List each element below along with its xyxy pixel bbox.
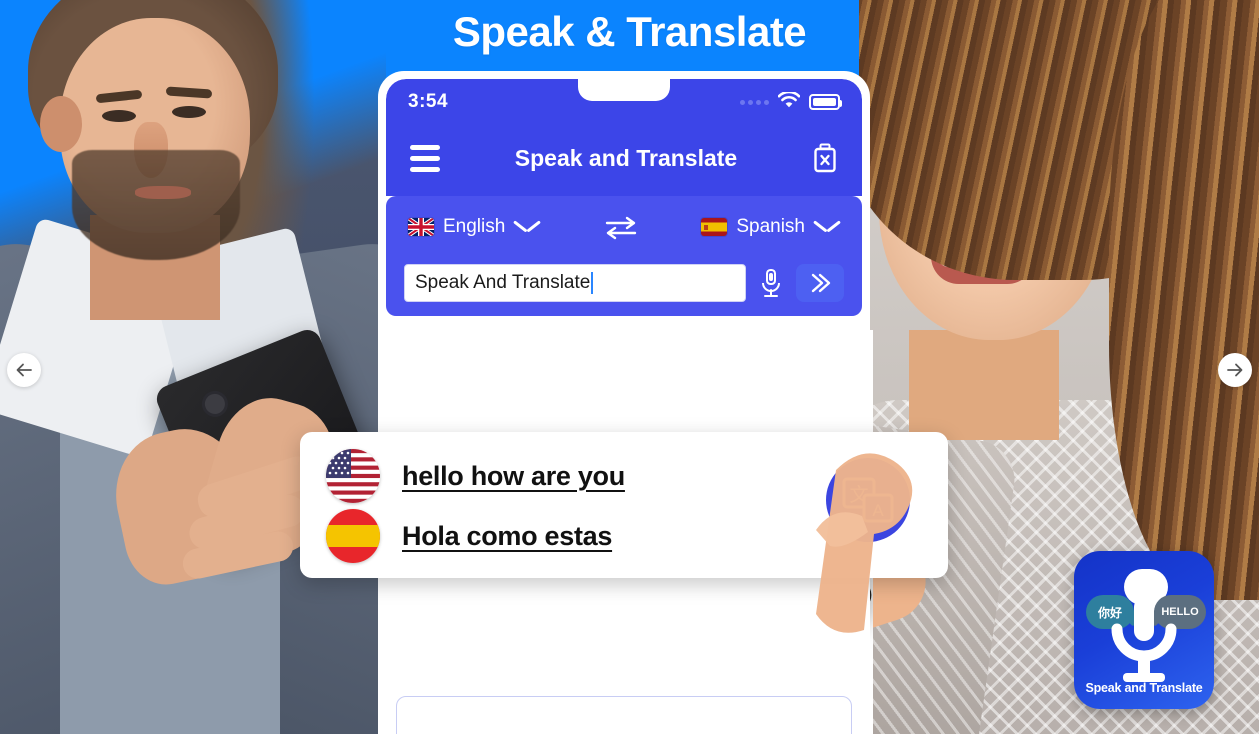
translate-input-value: Speak And Translate bbox=[415, 272, 591, 293]
text-caret bbox=[591, 272, 594, 294]
microphone-icon bbox=[1111, 597, 1177, 682]
send-translate-button[interactable] bbox=[796, 264, 844, 302]
double-chevron-right-icon bbox=[811, 273, 831, 293]
flag-usa-circle-icon bbox=[326, 449, 380, 503]
microphone-icon[interactable] bbox=[758, 268, 784, 298]
flag-uk-icon bbox=[408, 218, 434, 236]
trash-delete-icon[interactable] bbox=[812, 143, 838, 173]
battery-full-icon bbox=[809, 94, 842, 110]
app-title: Speak and Translate bbox=[514, 144, 738, 171]
chevron-down-icon[interactable] bbox=[814, 220, 840, 235]
arrow-left-icon bbox=[16, 363, 32, 377]
hamburger-menu-icon[interactable] bbox=[410, 144, 440, 172]
svg-text:A: A bbox=[872, 501, 884, 520]
source-language-label: English bbox=[443, 216, 506, 237]
signal-dots-icon bbox=[740, 99, 769, 105]
result-source-text: hello how are you bbox=[402, 460, 625, 491]
app-icon-badge[interactable]: 你好 HELLO Speak and Translate bbox=[1074, 551, 1214, 709]
translate-language-icon: 文 A bbox=[842, 477, 894, 523]
phone-notch bbox=[578, 79, 670, 101]
bottom-input-card[interactable] bbox=[396, 696, 852, 734]
app-bar: 3:54 Speak and Translate bbox=[386, 79, 862, 196]
carousel-next-button[interactable] bbox=[1218, 353, 1252, 387]
wifi-icon bbox=[777, 90, 801, 113]
swap-arrows-icon[interactable] bbox=[601, 214, 641, 240]
source-language-selector[interactable]: English bbox=[408, 216, 540, 238]
result-target-text: Hola como estas bbox=[402, 520, 613, 551]
target-language-selector[interactable]: Spanish bbox=[701, 216, 840, 238]
chevron-down-icon[interactable] bbox=[514, 220, 540, 235]
carousel-prev-button[interactable] bbox=[7, 353, 41, 387]
translate-language-button[interactable]: 文 A bbox=[826, 458, 910, 542]
phone-mockup: 3:54 Speak and Translate English Spanish… bbox=[378, 71, 870, 734]
page-title: Speak & Translate bbox=[452, 8, 807, 55]
target-language-label: Spanish bbox=[736, 216, 805, 237]
photo-man-with-phone bbox=[0, 0, 386, 734]
flag-spain-circle-icon bbox=[326, 509, 380, 563]
app-badge-label: Speak and Translate bbox=[1085, 681, 1203, 695]
translate-input[interactable]: Speak And Translate bbox=[404, 264, 746, 302]
promo-screenshot: Speak & Translate 3:54 Speak and Transla… bbox=[0, 0, 1259, 734]
status-clock: 3:54 bbox=[408, 91, 449, 112]
arrow-right-icon bbox=[1227, 363, 1243, 377]
flag-spain-icon bbox=[701, 218, 728, 236]
language-selector-bar: English Spanish Speak And Translate bbox=[386, 196, 862, 316]
